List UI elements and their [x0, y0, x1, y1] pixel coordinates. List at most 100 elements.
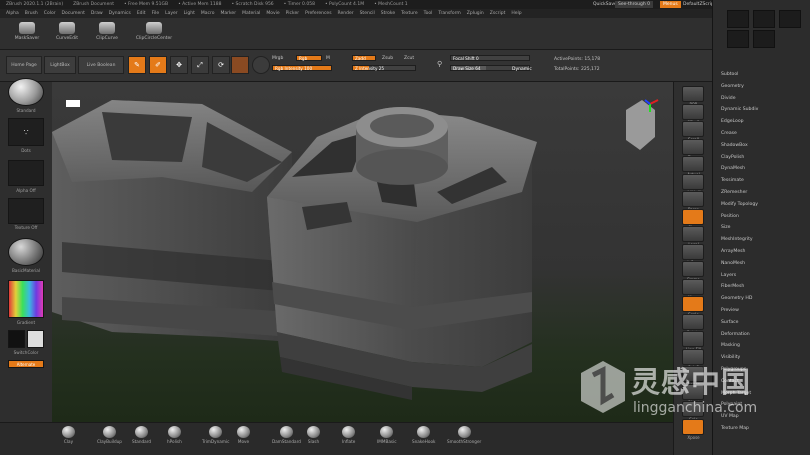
- lightbox-button[interactable]: LightBox: [44, 56, 76, 74]
- palette-item[interactable]: Size: [721, 225, 730, 230]
- palette-item[interactable]: ArrayMesh: [721, 249, 745, 254]
- view-l-sym-button[interactable]: [682, 243, 704, 260]
- rotate-mode-button[interactable]: ⟳: [212, 56, 230, 74]
- stroke-selector[interactable]: ∵: [8, 118, 44, 146]
- menu-item[interactable]: Alpha: [6, 11, 19, 16]
- menu-item[interactable]: Stencil: [360, 11, 375, 16]
- palette-item[interactable]: MeshIntegrity: [721, 237, 753, 242]
- view-scale-button[interactable]: [682, 296, 704, 312]
- brush-slot[interactable]: DamStandard: [272, 426, 301, 444]
- tool-thumb-2[interactable]: [753, 10, 775, 28]
- edit-mode-button[interactable]: ✎: [128, 56, 146, 74]
- view-aahalf-button[interactable]: [682, 173, 704, 190]
- view-rotate-button[interactable]: [682, 313, 704, 330]
- palette-item[interactable]: Position: [721, 214, 739, 219]
- view-line-fill-button[interactable]: [682, 331, 704, 347]
- zadd-button[interactable]: Zadd: [352, 55, 376, 61]
- palette-item[interactable]: Tessimate: [721, 178, 744, 183]
- scale-mode-button[interactable]: ⤢: [191, 56, 209, 74]
- tool-thumb-5[interactable]: [753, 30, 775, 48]
- alternate-button[interactable]: Alternate: [8, 360, 44, 368]
- material-selector[interactable]: [8, 238, 44, 266]
- menu-item[interactable]: Light: [184, 11, 195, 16]
- home-page-button[interactable]: Home Page: [6, 56, 42, 74]
- tool-thumb-1[interactable]: [727, 10, 749, 28]
- brush-slot[interactable]: Clay: [62, 426, 75, 444]
- texture-selector[interactable]: [8, 198, 44, 224]
- palette-item[interactable]: Deformation: [721, 332, 750, 337]
- mrgb-label[interactable]: Mrgb: [272, 56, 283, 61]
- brush-selector[interactable]: [8, 78, 44, 106]
- palette-item[interactable]: Dynamic Subdiv: [721, 107, 758, 112]
- palette-item[interactable]: Divide: [721, 96, 736, 101]
- palette-item[interactable]: DynaMesh: [721, 166, 745, 171]
- clip-curve-tool[interactable]: ClipCurve: [92, 22, 122, 41]
- menu-item[interactable]: Layer: [165, 11, 178, 16]
- brush-slot[interactable]: ClayBuildup: [97, 426, 122, 444]
- palette-item[interactable]: EdgeLoop: [721, 119, 744, 124]
- palette-item[interactable]: NanoMesh: [721, 261, 745, 266]
- tool-thumb-4[interactable]: [727, 30, 749, 48]
- palette-item[interactable]: FiberMesh: [721, 284, 744, 289]
- menu-item[interactable]: Document: [62, 11, 85, 16]
- palette-item[interactable]: Modify Topology: [721, 202, 758, 207]
- menu-item[interactable]: Texture: [401, 11, 417, 16]
- menu-item[interactable]: Marker: [221, 11, 237, 16]
- see-through-slider[interactable]: See-through 0: [615, 1, 653, 8]
- sphere-swatch[interactable]: [252, 56, 270, 74]
- palette-item[interactable]: Masking: [721, 343, 740, 348]
- palette-item[interactable]: Geometry HD: [721, 296, 752, 301]
- rgb-intensity-slider[interactable]: Rgb Intensity 100: [272, 65, 332, 71]
- rgb-button[interactable]: Rgb: [296, 55, 322, 61]
- palette-item[interactable]: Layers: [721, 273, 736, 278]
- menu-item[interactable]: Edit: [137, 11, 146, 16]
- menu-item[interactable]: Preferences: [305, 11, 331, 16]
- mask-saver-tool[interactable]: MaskSaver: [12, 22, 42, 41]
- brush-slot[interactable]: IMMBasic: [377, 426, 397, 444]
- brush-slot[interactable]: Slash: [307, 426, 320, 444]
- menu-item[interactable]: Transform: [438, 11, 460, 16]
- live-boolean-button[interactable]: Live Boolean: [78, 56, 124, 74]
- view-frame-button[interactable]: [682, 261, 704, 277]
- zsub-button[interactable]: Zsub: [382, 56, 393, 61]
- lock-icon[interactable]: ⚲: [437, 60, 442, 68]
- menu-item[interactable]: Macro: [201, 11, 215, 16]
- menu-item[interactable]: Tool: [424, 11, 433, 16]
- view-bpr-button[interactable]: [682, 86, 704, 102]
- clip-circle-center-tool[interactable]: ClipCircleCenter: [132, 22, 176, 41]
- switch-color-label[interactable]: SwitchColor: [0, 350, 52, 355]
- z-intensity-slider[interactable]: Z Intensity 25: [352, 65, 416, 71]
- brush-slot[interactable]: SnakeHook: [412, 426, 435, 444]
- color-picker[interactable]: [8, 280, 44, 318]
- view-move-button[interactable]: [682, 278, 704, 295]
- zcut-button[interactable]: Zcut: [404, 56, 414, 61]
- curve-edit-tool[interactable]: CurveEdit: [52, 22, 82, 41]
- menus-toggle[interactable]: Menus: [660, 1, 681, 8]
- palette-item[interactable]: Subtool: [721, 72, 738, 77]
- view-scroll-button[interactable]: [682, 121, 704, 137]
- orientation-gizmo[interactable]: [626, 99, 659, 150]
- brush-slot[interactable]: Standard: [132, 426, 151, 444]
- menu-item[interactable]: Picker: [286, 11, 299, 16]
- brush-slot[interactable]: hPolish: [167, 426, 182, 444]
- material-swatch[interactable]: [231, 56, 249, 74]
- menu-item[interactable]: File: [152, 11, 160, 16]
- menu-item[interactable]: Color: [44, 11, 56, 16]
- view-persp-button[interactable]: [682, 191, 704, 207]
- view-zoom-button[interactable]: [682, 138, 704, 155]
- menu-item[interactable]: Zplugin: [467, 11, 484, 16]
- palette-item[interactable]: ClayPolish: [721, 155, 744, 160]
- brush-slot[interactable]: Move: [237, 426, 250, 444]
- view-spix-3-button[interactable]: [682, 103, 704, 120]
- menu-item[interactable]: Help: [511, 11, 521, 16]
- m-label[interactable]: M: [326, 56, 330, 61]
- brush-slot[interactable]: TrimDynamic: [202, 426, 229, 444]
- menu-item[interactable]: Draw: [91, 11, 103, 16]
- palette-item[interactable]: Surface: [721, 320, 739, 325]
- view-floor-button[interactable]: [682, 208, 704, 225]
- menu-item[interactable]: Dynamics: [109, 11, 131, 16]
- menu-item[interactable]: Movie: [266, 11, 279, 16]
- secondary-color-swatch[interactable]: [27, 330, 44, 348]
- brush-slot[interactable]: Inflate: [342, 426, 355, 444]
- view-actual-button[interactable]: [682, 156, 704, 172]
